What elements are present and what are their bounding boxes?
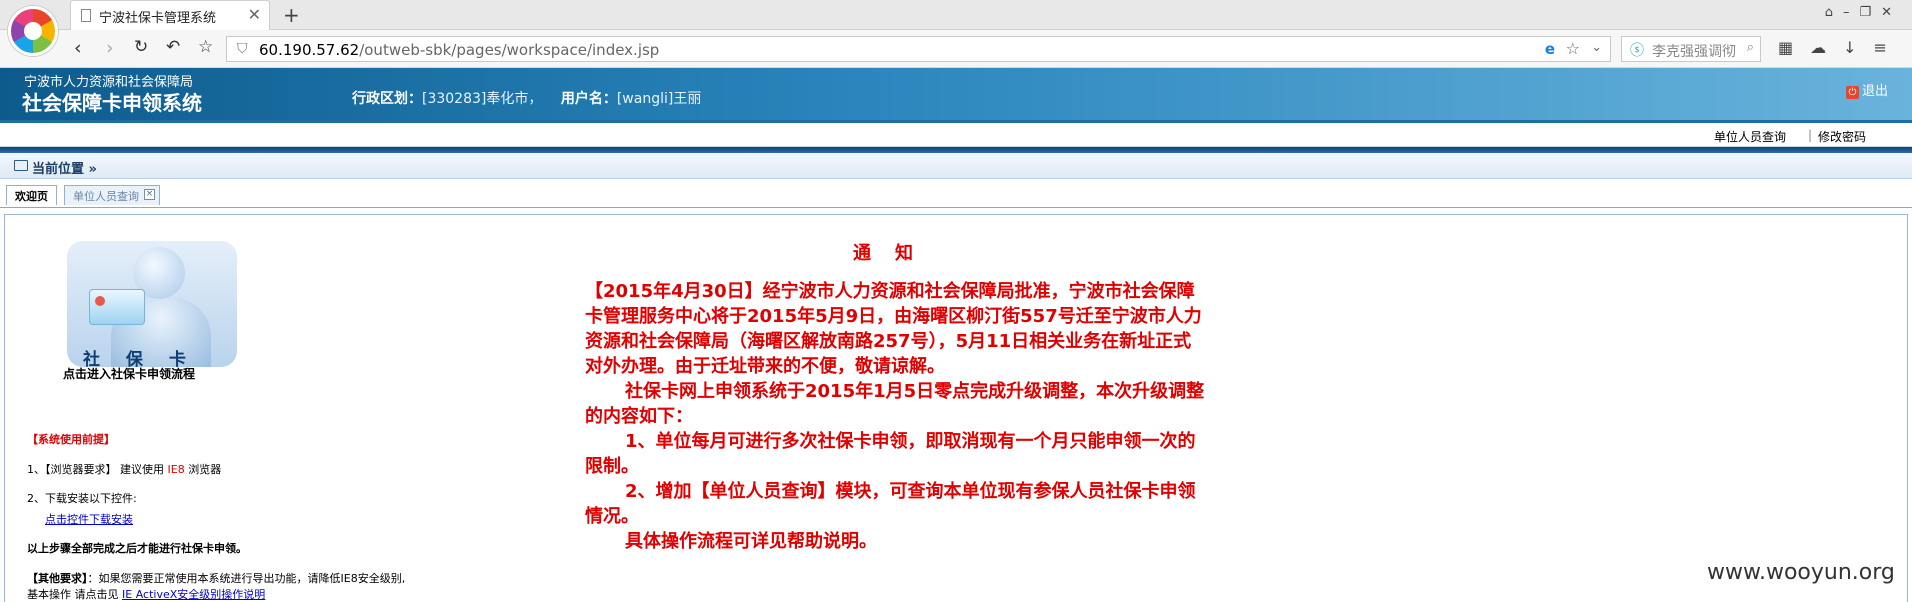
- steps-note: 以上步骤全部完成之后才能进行社保卡申领。: [27, 542, 247, 555]
- notice-body: 【2015年4月30日】经宁波市人力资源和社会保障局批准，宁波市社会保障卡管理服…: [585, 241, 1205, 554]
- browser-tab-strip: 宁波社保卡管理系统 ✕ + ⌂–❐✕: [0, 0, 1912, 30]
- prereq-title: 【系统使用前提】: [27, 433, 115, 446]
- other-requirement: 【其他要求】：如果您需要正常使用本系统进行导出功能，请降低IE8安全级别,: [27, 570, 405, 586]
- browser-req-ie: IE8: [167, 463, 185, 476]
- notice-paragraph: 【2015年4月30日】经宁波市人力资源和社会保障局批准，宁波市社会保障卡管理服…: [585, 281, 1202, 377]
- url-path: /outweb-sbk/pages/workspace/index.jsp: [359, 41, 660, 59]
- install-requirement: 2、下载安装以下控件:: [27, 492, 137, 505]
- activex-guide-link[interactable]: IE ActiveX安全级别操作说明: [122, 588, 265, 601]
- address-bar[interactable]: ⛉ 60.190.57.62/outweb-sbk/pages/workspac…: [226, 36, 1611, 62]
- tab-welcome[interactable]: 欢迎页: [6, 185, 57, 205]
- breadcrumb-label: 当前位置 »: [32, 158, 97, 177]
- browser-requirement: 1、【浏览器要求】 建议使用 IE8 浏览器: [27, 461, 221, 477]
- chevron-down-icon[interactable]: ⌄: [1591, 40, 1602, 55]
- apply-banner-image[interactable]: 社 保 卡 申 领: [67, 241, 237, 367]
- basic-op-text: 基本操作 请点击见: [27, 588, 122, 601]
- window-controls[interactable]: ⌂–❐✕: [1825, 5, 1902, 20]
- download-control-link[interactable]: 点击控件下载安装: [45, 511, 133, 527]
- other-req-title: 【其他要求】: [27, 572, 88, 585]
- user-value: [wangli]王丽: [616, 91, 702, 107]
- link-separator: |: [1808, 128, 1813, 142]
- forward-icon[interactable]: ›: [106, 37, 114, 59]
- double-chevron-icon: »: [88, 162, 97, 177]
- breadcrumb-text: 当前位置: [32, 162, 85, 177]
- back-icon[interactable]: ‹: [74, 37, 82, 59]
- tab-label: 单位人员查询: [73, 190, 139, 203]
- region-value: [330283]奉化市，: [422, 91, 543, 107]
- logout-button[interactable]: ⏻ 退出: [1845, 80, 1888, 99]
- security-shield-icon: ⛉: [237, 41, 248, 57]
- search-icon[interactable]: ⌕: [1747, 40, 1754, 55]
- power-icon: ⏻: [1845, 86, 1859, 99]
- social-card-icon: [89, 289, 145, 325]
- notice-paragraph: 2、增加【单位人员查询】模块，可查询本单位现有参保人员社保卡申领情况。: [585, 481, 1196, 527]
- reload-icon[interactable]: ↻: [134, 37, 148, 57]
- top-links: 单位人员查询 | 修改密码: [0, 123, 1912, 147]
- browser-req-prefix: 1、【浏览器要求】 建议使用: [27, 463, 168, 476]
- url-text: 60.190.57.62/outweb-sbk/pages/workspace/…: [259, 41, 659, 59]
- region-label: 行政区划：: [352, 91, 422, 107]
- apply-entry-link[interactable]: 点击进入社保卡申领流程: [63, 365, 195, 382]
- page-icon: [81, 9, 91, 22]
- search-engine-icon: ⓢ: [1630, 43, 1644, 59]
- notice-paragraph: 具体操作流程可详见帮助说明。: [625, 531, 877, 552]
- change-password-link[interactable]: 修改密码: [1818, 128, 1866, 145]
- logout-label: 退出: [1861, 84, 1888, 99]
- unit-staff-query-link[interactable]: 单位人员查询: [1714, 128, 1786, 145]
- new-tab-button[interactable]: +: [283, 3, 300, 27]
- browser-tab[interactable]: 宁波社保卡管理系统 ✕: [70, 0, 270, 30]
- notice-paragraph: 1、单位每月可进行多次社保卡申领，即取消现有一个月只能申领一次的限制。: [585, 431, 1196, 477]
- browser-logo-icon[interactable]: [8, 6, 58, 56]
- navigation-bar: ‹ › ↻ ↶ ☆ ⛉ 60.190.57.62/outweb-sbk/page…: [0, 30, 1912, 68]
- search-box[interactable]: ⓢ 李克强强调彻 ⌕: [1621, 36, 1761, 62]
- notice-paragraph: 社保卡网上申领系统于2015年1月5日零点完成升级调整，本次升级调整的内容如下：: [585, 381, 1205, 427]
- folder-icon: [14, 160, 28, 171]
- favorite-icon[interactable]: ☆: [198, 37, 213, 57]
- welcome-content: 社 保 卡 申 领 点击进入社保卡申领流程 【系统使用前提】 1、【浏览器要求】…: [4, 214, 1908, 602]
- search-placeholder: 李克强强调彻: [1652, 44, 1736, 60]
- browser-tab-title: 宁波社保卡管理系统: [99, 11, 217, 26]
- toolbar-icons[interactable]: ▦☁↓≡: [1778, 38, 1904, 57]
- bookmark-star-icon[interactable]: ☆: [1566, 39, 1580, 58]
- page-tabs: 欢迎页 单位人员查询 ×: [0, 180, 1912, 208]
- breadcrumb: 当前位置 »: [0, 153, 1912, 179]
- basic-operation: 基本操作 请点击见 IE ActiveX安全级别操作说明: [27, 586, 265, 602]
- close-tab-icon[interactable]: ✕: [248, 5, 261, 24]
- app-banner: 宁波市人力资源和社会保障局 社会保障卡申领系统 行政区划：[330283]奉化市…: [0, 68, 1912, 123]
- close-icon[interactable]: ×: [144, 189, 155, 200]
- undo-icon[interactable]: ↶: [166, 37, 180, 57]
- browser-req-suffix: 浏览器: [184, 463, 222, 476]
- image-caption: 社 保 卡 申 领: [83, 350, 196, 367]
- tab-unit-staff-query[interactable]: 单位人员查询 ×: [64, 185, 160, 205]
- user-info: 行政区划：[330283]奉化市， 用户名：[wangli]王丽: [352, 88, 715, 108]
- ie-mode-icon[interactable]: e: [1545, 40, 1555, 58]
- user-label: 用户名：: [560, 91, 617, 107]
- other-req-text: ：如果您需要正常使用本系统进行导出功能，请降低IE8安全级别,: [87, 572, 406, 585]
- url-host: 60.190.57.62: [259, 41, 360, 59]
- watermark: www.wooyun.org: [1707, 560, 1895, 585]
- system-name: 社会保障卡申领系统: [22, 91, 202, 115]
